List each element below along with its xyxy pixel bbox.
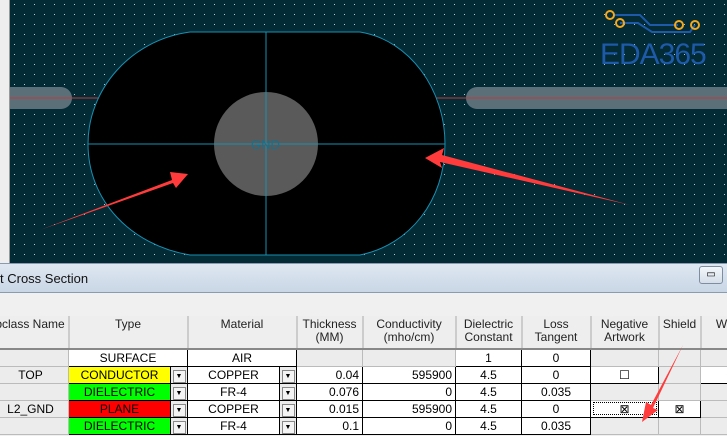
table-row: DIELECTRIC ▼ FR-4 ▼ 0.076 0 4.5 0.035 bbox=[0, 382, 727, 401]
cell-shield[interactable] bbox=[658, 382, 702, 401]
cell-loss-tangent[interactable]: 0.035 bbox=[521, 382, 592, 401]
left-panel-edge bbox=[0, 0, 10, 264]
cell-width[interactable] bbox=[700, 348, 727, 367]
cell-thickness[interactable]: 0.076 bbox=[296, 382, 364, 401]
material-dropdown[interactable]: ▼ bbox=[279, 365, 298, 384]
cell-material[interactable]: FR-4 bbox=[187, 382, 281, 401]
cross-section-titlebar[interactable]: t Cross Section ▭ bbox=[0, 263, 727, 293]
cell-thickness[interactable]: 0.015 bbox=[296, 399, 364, 418]
pad-label: GND bbox=[251, 137, 280, 152]
header-type[interactable]: Type bbox=[68, 316, 189, 350]
cell-type[interactable]: SURFACE bbox=[67, 348, 189, 367]
window-title: t Cross Section bbox=[0, 271, 89, 286]
type-dropdown[interactable]: ▼ bbox=[169, 416, 189, 435]
cell-type[interactable]: DIELECTRIC bbox=[68, 382, 171, 401]
cell-width[interactable] bbox=[700, 399, 727, 418]
cell-material[interactable]: COPPER bbox=[187, 399, 281, 418]
cell-thickness[interactable]: 0.1 bbox=[296, 416, 364, 435]
type-dropdown[interactable]: ▼ bbox=[169, 382, 189, 401]
header-thickness[interactable]: Thickness (MM) bbox=[296, 316, 364, 350]
header-loss[interactable]: Loss Tangent bbox=[521, 316, 592, 350]
cell-loss-tangent[interactable]: 0.035 bbox=[521, 416, 592, 435]
chevron-down-icon: ▼ bbox=[281, 369, 295, 383]
cell-dielectric[interactable]: 4.5 bbox=[455, 399, 523, 418]
cell-negative-artwork[interactable] bbox=[590, 416, 660, 435]
cell-thickness[interactable] bbox=[296, 348, 364, 367]
cell-loss-tangent[interactable]: 0 bbox=[521, 399, 592, 418]
cell-loss-tangent[interactable]: 0 bbox=[521, 365, 592, 384]
cell-shield[interactable] bbox=[658, 348, 702, 367]
header-subclass[interactable]: bclass Name bbox=[0, 316, 70, 350]
cell-type[interactable]: CONDUCTOR bbox=[68, 365, 171, 384]
cell-dielectric[interactable]: 1 bbox=[455, 348, 523, 367]
minimize-button[interactable]: ▭ bbox=[699, 266, 723, 284]
material-dropdown[interactable]: ▼ bbox=[279, 399, 298, 418]
cell-thickness[interactable]: 0.04 bbox=[296, 365, 364, 384]
cell-shield[interactable] bbox=[658, 365, 702, 384]
cell-conductivity[interactable]: 0 bbox=[362, 416, 457, 435]
cell-width[interactable]: 0. bbox=[700, 365, 727, 384]
cell-material[interactable]: COPPER bbox=[187, 365, 281, 384]
cell-dielectric[interactable]: 4.5 bbox=[455, 416, 523, 435]
header-negative[interactable]: Negative Artwork bbox=[590, 316, 660, 350]
chevron-down-icon: ▼ bbox=[172, 420, 186, 434]
cell-width[interactable] bbox=[700, 416, 727, 435]
chevron-down-icon: ▼ bbox=[172, 403, 186, 417]
cell-negative-artwork[interactable] bbox=[590, 382, 660, 401]
cell-conductivity[interactable]: 595900 bbox=[362, 365, 457, 384]
eda365-logo: EDA365 bbox=[600, 38, 707, 71]
cell-negative-artwork[interactable]: ☐ bbox=[590, 365, 660, 384]
cell-type[interactable]: PLANE bbox=[68, 399, 171, 418]
cell-negative-artwork[interactable]: ⊠ bbox=[590, 399, 660, 418]
table-row: DIELECTRIC ▼ FR-4 ▼ 0.1 0 4.5 0.035 bbox=[0, 416, 727, 435]
header-conductivity[interactable]: Conductivity (mho/cm) bbox=[362, 316, 457, 350]
cell-loss-tangent[interactable]: 0 bbox=[521, 348, 592, 367]
cell-subclass-name[interactable] bbox=[0, 348, 69, 367]
type-dropdown[interactable]: ▼ bbox=[169, 365, 189, 384]
cell-type[interactable]: DIELECTRIC bbox=[68, 416, 171, 435]
cell-material[interactable]: FR-4 bbox=[187, 416, 281, 435]
cell-dielectric[interactable]: 4.5 bbox=[455, 382, 523, 401]
cell-negative-artwork[interactable] bbox=[590, 348, 660, 367]
cell-conductivity[interactable] bbox=[362, 348, 457, 367]
cell-material[interactable]: AIR bbox=[187, 348, 298, 367]
chevron-down-icon: ▼ bbox=[281, 386, 295, 400]
cell-width[interactable] bbox=[700, 382, 727, 401]
cell-shield[interactable]: ⊠ bbox=[658, 399, 702, 418]
table-row: TOPCONDUCTOR▼COPPER▼0.045959004.50☐0. bbox=[0, 365, 727, 384]
chevron-down-icon: ▼ bbox=[281, 403, 295, 417]
type-dropdown[interactable]: ▼ bbox=[169, 399, 189, 418]
cell-subclass-name[interactable] bbox=[0, 416, 69, 435]
cell-subclass-name[interactable] bbox=[0, 382, 69, 401]
header-dielectric[interactable]: Dielectric Constant bbox=[455, 316, 523, 350]
layout-canvas[interactable]: GND EDA365 bbox=[0, 0, 727, 264]
cell-subclass-name[interactable]: L2_GND bbox=[0, 399, 69, 418]
header-material[interactable]: Material bbox=[187, 316, 298, 350]
chevron-down-icon: ▼ bbox=[281, 420, 295, 434]
cell-shield[interactable] bbox=[658, 416, 702, 435]
chevron-down-icon: ▼ bbox=[172, 386, 186, 400]
header-width[interactable]: Wi (M bbox=[700, 316, 727, 350]
table-row: SURFACE AIR 1 0 bbox=[0, 348, 727, 367]
table-row: L2_GND PLANE ▼ COPPER ▼ 0.015 595900 4.5 0 ⊠ ⊠ bbox=[0, 399, 727, 418]
cell-conductivity[interactable]: 0 bbox=[362, 382, 457, 401]
cell-conductivity[interactable]: 595900 bbox=[362, 399, 457, 418]
material-dropdown[interactable]: ▼ bbox=[279, 416, 298, 435]
material-dropdown[interactable]: ▼ bbox=[279, 382, 298, 401]
cell-subclass-name[interactable]: TOP bbox=[0, 365, 69, 384]
header-shield[interactable]: Shield bbox=[658, 316, 702, 350]
chevron-down-icon: ▼ bbox=[172, 369, 186, 383]
cell-dielectric[interactable]: 4.5 bbox=[455, 365, 523, 384]
cross-section-grid: bclass Name Type Material Thickness (MM)… bbox=[0, 316, 727, 436]
